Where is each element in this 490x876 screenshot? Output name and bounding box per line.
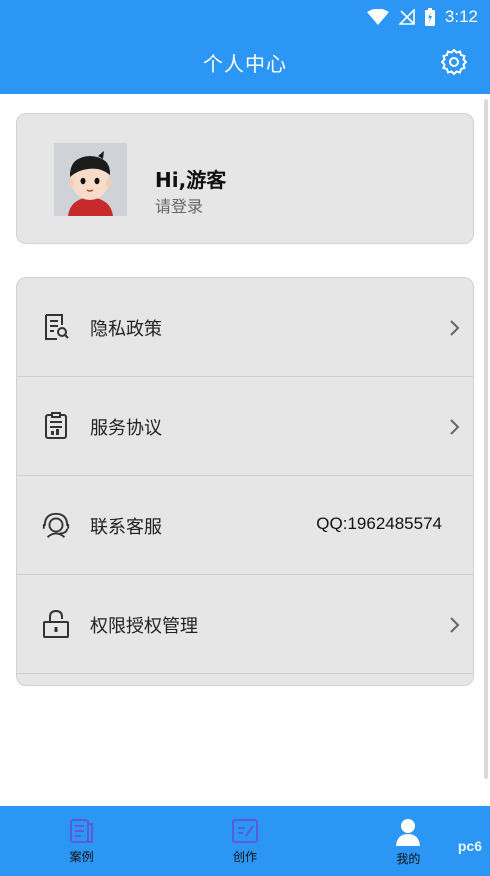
menu-item-label: 联系客服 <box>90 517 162 538</box>
wifi-icon <box>366 9 389 25</box>
tab-label: 我的 <box>396 852 421 866</box>
menu-item-label: 隐私政策 <box>90 319 162 340</box>
menu-item-label: 权限授权管理 <box>90 616 198 637</box>
menu-item-privacy-policy[interactable]: 隐私政策 <box>17 278 473 377</box>
chevron-right-icon <box>450 320 460 336</box>
customer-service-icon <box>41 510 71 540</box>
privacy-doc-icon <box>41 312 71 342</box>
status-bar: 3:12 <box>366 4 478 30</box>
menu-card: 隐私政策 服务协议 联系客服 QQ:1962485574 权限授权管理 <box>16 277 474 686</box>
chevron-right-icon <box>450 419 460 435</box>
create-icon <box>231 819 258 843</box>
avatar-image <box>54 143 127 216</box>
gear-icon <box>441 49 467 75</box>
watermark-logo: pc6 <box>457 838 482 854</box>
login-link[interactable]: 请登录 <box>155 193 203 217</box>
greeting-text: Hi,游客 <box>155 168 227 192</box>
tab-label: 案例 <box>69 850 94 864</box>
tab-create[interactable]: 创作 <box>163 806 326 876</box>
menu-item-service-agreement[interactable]: 服务协议 <box>17 377 473 476</box>
bottom-nav: 案例 创作 我的 <box>0 806 490 876</box>
lock-icon <box>41 609 71 639</box>
agreement-doc-icon <box>41 411 71 441</box>
tab-cases[interactable]: 案例 <box>0 806 163 876</box>
status-time: 3:12 <box>444 7 478 26</box>
menu-item-permission-management[interactable]: 权限授权管理 <box>17 575 473 674</box>
chevron-right-icon <box>450 617 460 633</box>
no-signal-icon <box>398 9 415 25</box>
scrollbar[interactable] <box>484 99 488 779</box>
battery-icon <box>424 8 435 26</box>
qq-number: QQ:1962485574 <box>316 514 442 533</box>
avatar[interactable] <box>54 143 127 216</box>
profile-card[interactable]: Hi,游客 请登录 <box>16 113 474 244</box>
settings-button[interactable] <box>440 48 468 76</box>
cases-icon <box>69 819 93 843</box>
menu-item-label: 服务协议 <box>90 418 162 439</box>
tab-label: 创作 <box>232 850 257 864</box>
page-title: 个人中心 <box>203 52 287 76</box>
user-icon <box>396 819 421 846</box>
menu-item-customer-service[interactable]: 联系客服 QQ:1962485574 <box>17 476 473 575</box>
header-bar: 3:12 个人中心 <box>0 0 490 94</box>
